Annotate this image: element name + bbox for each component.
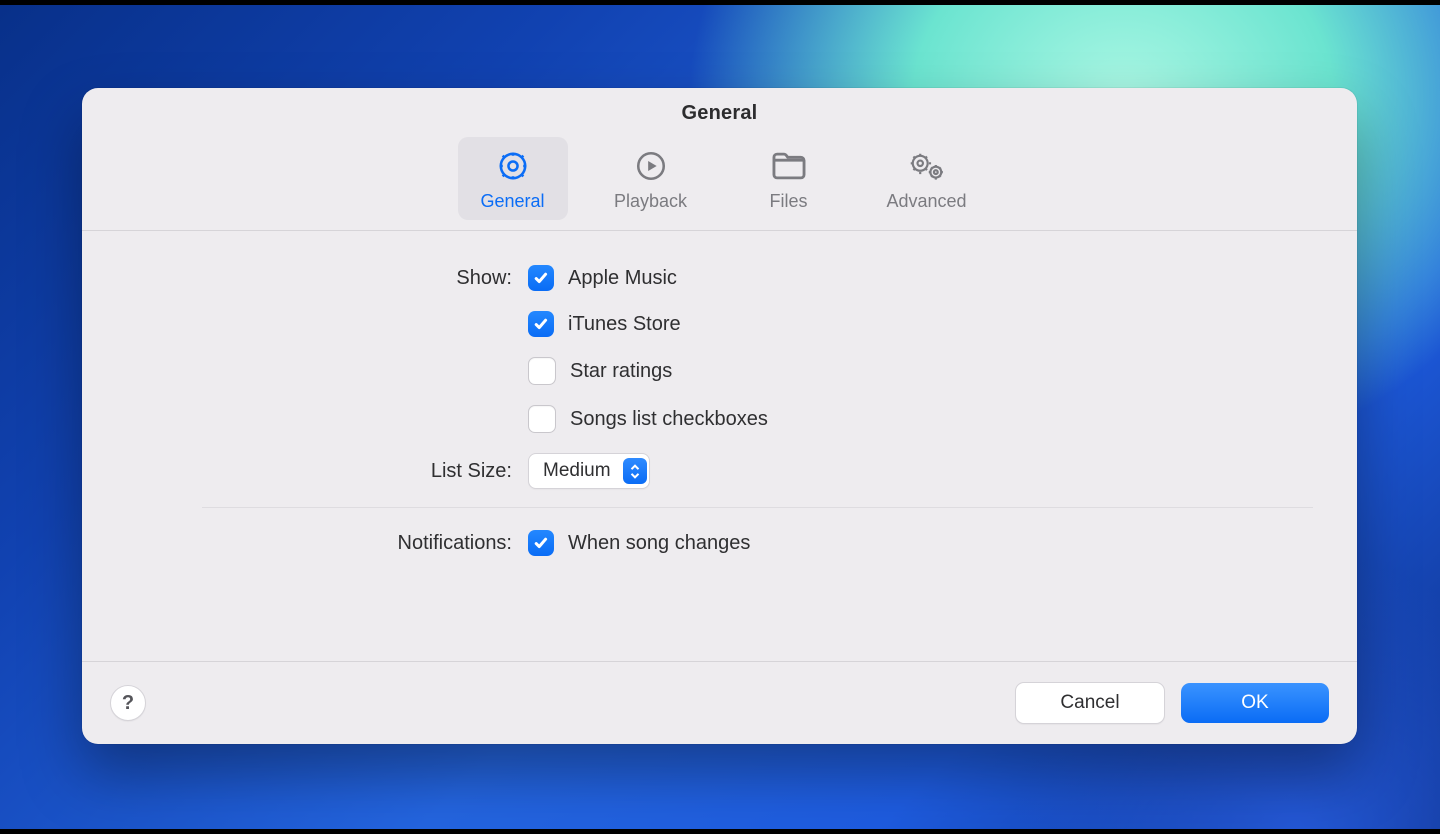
tab-label: General xyxy=(480,191,544,212)
checkbox-label: Star ratings xyxy=(570,360,672,383)
tab-label: Files xyxy=(769,191,807,212)
checkbox-star-ratings[interactable] xyxy=(528,357,556,385)
row-notifications: Notifications: When song changes xyxy=(122,530,1317,556)
cancel-button[interactable]: Cancel xyxy=(1015,682,1165,724)
help-button[interactable]: ? xyxy=(110,685,146,721)
tab-label: Advanced xyxy=(886,191,966,212)
toolbar-tabs: General Playback Files xyxy=(82,137,1357,220)
tab-label: Playback xyxy=(614,191,687,212)
list-size-popup[interactable]: Medium xyxy=(528,453,650,489)
tab-playback[interactable]: Playback xyxy=(596,137,706,220)
chevron-up-down-icon xyxy=(623,458,647,484)
checkbox-when-song-changes[interactable] xyxy=(528,530,554,556)
row-show-songs-checkboxes: Songs list checkboxes xyxy=(122,405,1317,433)
popup-value: Medium xyxy=(543,460,611,482)
checkbox-label: Apple Music xyxy=(568,267,677,290)
tab-files[interactable]: Files xyxy=(734,137,844,220)
tab-advanced[interactable]: Advanced xyxy=(872,137,982,220)
preferences-content: Show: Apple Music iTunes Store xyxy=(82,231,1357,661)
tab-general[interactable]: General xyxy=(458,137,568,220)
window-toolbar: General General xyxy=(82,88,1357,231)
folder-icon xyxy=(770,147,808,185)
gears-icon xyxy=(908,147,946,185)
window-title: General xyxy=(82,102,1357,125)
checkbox-label: When song changes xyxy=(568,532,750,555)
row-show-itunes-store: iTunes Store xyxy=(122,311,1317,337)
checkbox-label: iTunes Store xyxy=(568,313,681,336)
preferences-window: General General xyxy=(82,88,1357,744)
section-label-show: Show: xyxy=(122,267,528,290)
checkbox-itunes-store[interactable] xyxy=(528,311,554,337)
row-show-star-ratings: Star ratings xyxy=(122,357,1317,385)
gear-icon xyxy=(494,147,532,185)
checkbox-apple-music[interactable] xyxy=(528,265,554,291)
letterbox xyxy=(0,829,1440,834)
checkbox-songs-list-checkboxes[interactable] xyxy=(528,405,556,433)
section-label-notifications: Notifications: xyxy=(122,532,528,555)
ok-button[interactable]: OK xyxy=(1181,683,1329,723)
separator xyxy=(202,507,1313,508)
letterbox xyxy=(0,0,1440,5)
row-show-apple-music: Show: Apple Music xyxy=(122,265,1317,291)
checkbox-label: Songs list checkboxes xyxy=(570,408,768,431)
section-label-list-size: List Size: xyxy=(122,460,528,483)
row-list-size: List Size: Medium xyxy=(122,453,1317,489)
play-circle-icon xyxy=(632,147,670,185)
window-footer: ? Cancel OK xyxy=(82,661,1357,744)
